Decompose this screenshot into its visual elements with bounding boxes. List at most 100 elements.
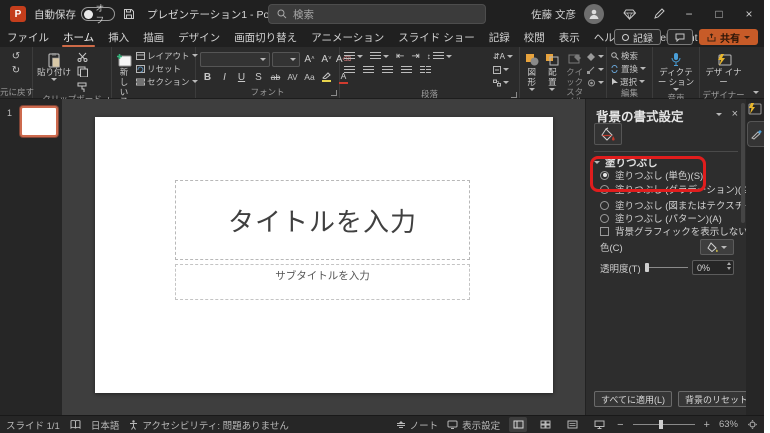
powerpoint-app-icon[interactable]: P <box>10 6 26 22</box>
zoom-slider-thumb[interactable] <box>659 420 663 429</box>
replace-button[interactable]: 置換 <box>611 63 646 74</box>
slide-thumbnail-selected[interactable] <box>20 106 58 137</box>
align-center-button[interactable] <box>363 66 374 75</box>
fill-tab-button[interactable] <box>594 123 622 145</box>
notes-button[interactable]: ノート <box>396 418 439 432</box>
tab-animations[interactable]: アニメーション <box>304 28 391 47</box>
gem-icon[interactable] <box>614 0 644 28</box>
zoom-slider[interactable] <box>633 424 695 425</box>
fill-option-pattern[interactable]: 塗りつぶし (パターン)(A) <box>600 211 722 225</box>
feedback-pen-icon[interactable] <box>644 0 674 28</box>
tab-home[interactable]: ホーム <box>56 28 101 47</box>
accessibility-status[interactable]: アクセシビリティ: 問題ありません <box>129 418 288 432</box>
language-indicator[interactable]: 日本語 <box>91 418 120 432</box>
tab-transitions[interactable]: 画面切り替え <box>227 28 304 47</box>
display-settings-button[interactable]: 表示設定 <box>447 418 500 432</box>
grow-font-button[interactable]: A˄ <box>302 53 317 66</box>
slide-editing-area[interactable]: タイトルを入力 サブタイトルを入力 <box>95 117 553 393</box>
align-right-button[interactable] <box>382 66 393 75</box>
shrink-font-button[interactable]: A˅ <box>319 53 334 66</box>
fill-option-gradient[interactable]: 塗りつぶし (グラデーション)(G) <box>600 182 752 196</box>
cut-icon[interactable] <box>75 50 90 63</box>
zoom-out-button[interactable]: − <box>617 419 623 431</box>
collapse-ribbon-button[interactable] <box>747 47 764 98</box>
strikethrough-button[interactable]: ab <box>268 71 283 84</box>
text-direction-button[interactable]: ⇵A <box>493 51 513 62</box>
tab-record[interactable]: 記録 <box>482 28 517 47</box>
shape-fill-button[interactable] <box>587 51 604 62</box>
arrange-button[interactable]: 配置 <box>543 50 563 92</box>
spellcheck-book-icon[interactable] <box>70 420 81 429</box>
align-text-button[interactable] <box>493 64 513 75</box>
pane-options-chevron-icon[interactable] <box>716 113 722 116</box>
paste-button[interactable]: 貼り付け <box>35 50 73 82</box>
tab-view[interactable]: 表示 <box>552 28 587 47</box>
font-name-select[interactable] <box>200 52 270 67</box>
tab-draw[interactable]: 描画 <box>136 28 171 47</box>
columns-button[interactable] <box>420 66 431 75</box>
slide-sorter-view-button[interactable] <box>536 417 554 432</box>
redo-button[interactable]: ↻ <box>9 64 24 77</box>
apply-to-all-button[interactable]: すべてに適用(L) <box>594 391 672 407</box>
zoom-level[interactable]: 63% <box>719 419 738 430</box>
format-painter-icon[interactable] <box>75 80 90 93</box>
record-button[interactable]: 記録 <box>614 29 661 45</box>
character-spacing-button[interactable]: AV <box>285 71 300 84</box>
numbering-button[interactable] <box>370 52 389 61</box>
transparency-slider[interactable] <box>645 267 688 268</box>
undo-button[interactable]: ↺ <box>9 50 24 63</box>
tab-insert[interactable]: 挿入 <box>101 28 136 47</box>
autosave-control[interactable]: 自動保存 オフ <box>34 7 115 22</box>
section-button[interactable]: セクション <box>136 76 198 87</box>
increase-indent-button[interactable]: ⇥ <box>411 51 419 62</box>
fill-option-solid[interactable]: 塗りつぶし (単色)(S) <box>600 168 703 182</box>
tab-design[interactable]: デザイン <box>171 28 227 47</box>
minimize-button[interactable]: − <box>674 0 704 28</box>
zoom-in-button[interactable]: + <box>704 419 710 431</box>
reading-view-button[interactable] <box>563 417 581 432</box>
subtitle-placeholder[interactable]: サブタイトルを入力 <box>175 264 470 300</box>
hide-background-graphics-checkbox[interactable]: 背景グラフィックを表示しない(H) <box>600 224 761 238</box>
find-button[interactable]: 検索 <box>611 50 638 61</box>
color-picker-button[interactable] <box>700 239 734 255</box>
tab-slideshow[interactable]: スライド ショー <box>391 28 481 47</box>
layout-button[interactable]: レイアウト <box>136 50 198 61</box>
comments-button[interactable] <box>667 29 693 45</box>
justify-button[interactable] <box>401 66 412 75</box>
font-size-select[interactable] <box>272 52 300 67</box>
save-icon[interactable] <box>123 8 135 20</box>
format-pane-tab[interactable] <box>747 121 764 147</box>
bold-button[interactable]: B <box>200 71 215 84</box>
dictation-button[interactable]: ディクテー ション <box>655 50 697 92</box>
close-button[interactable]: × <box>734 0 764 28</box>
slider-thumb[interactable] <box>645 263 649 272</box>
highlight-color-button[interactable] <box>319 71 334 84</box>
avatar[interactable] <box>584 4 604 24</box>
pane-close-button[interactable]: × <box>732 108 738 120</box>
transparency-spinbox[interactable]: 0% <box>692 260 734 275</box>
tab-review[interactable]: 校閲 <box>517 28 552 47</box>
maximize-button[interactable]: □ <box>704 0 734 28</box>
designer-pane-icon[interactable] <box>747 102 762 115</box>
title-placeholder[interactable]: タイトルを入力 <box>175 180 470 260</box>
dialog-launcher-icon[interactable] <box>331 90 337 96</box>
bullets-button[interactable] <box>344 52 363 61</box>
reset-button[interactable]: リセット <box>136 63 198 74</box>
pane-scrollbar[interactable] <box>741 103 745 223</box>
designer-button[interactable]: デザ イナー <box>702 50 745 89</box>
select-button[interactable]: 選択 <box>611 76 645 87</box>
text-shadow-button[interactable]: S <box>251 71 266 84</box>
fill-option-picture-texture[interactable]: 塗りつぶし (図またはテクスチャ)(P) <box>600 198 764 212</box>
convert-smartart-button[interactable] <box>493 77 513 88</box>
shape-effects-button[interactable] <box>587 77 604 88</box>
normal-view-button[interactable] <box>509 417 527 432</box>
line-spacing-button[interactable]: ↕ <box>427 52 452 61</box>
underline-button[interactable]: U <box>234 71 249 84</box>
tab-file[interactable]: ファイル <box>0 28 56 47</box>
slideshow-view-button[interactable] <box>590 417 608 432</box>
search-input[interactable]: 検索 <box>268 4 486 24</box>
autosave-toggle[interactable]: オフ <box>81 7 115 21</box>
decrease-indent-button[interactable]: ⇤ <box>396 51 404 62</box>
dialog-launcher-icon[interactable] <box>511 92 517 98</box>
shapes-button[interactable]: 図形 <box>522 50 542 92</box>
